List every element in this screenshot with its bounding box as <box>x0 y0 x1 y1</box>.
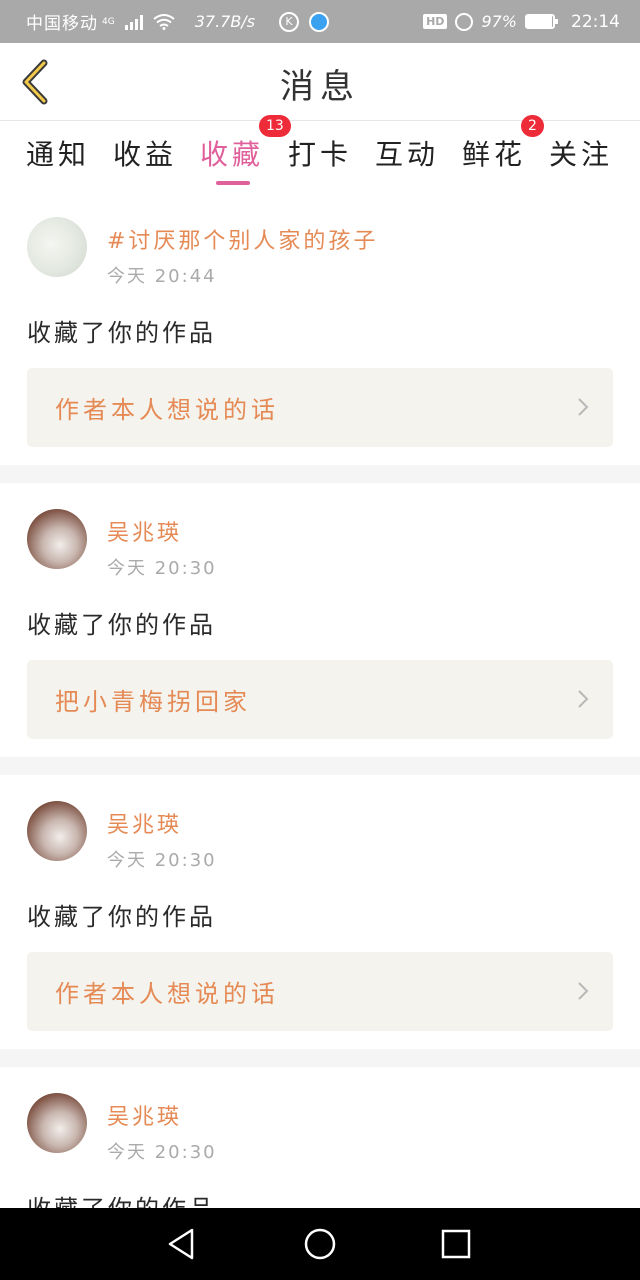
chevron-right-icon <box>578 982 589 1000</box>
work-link[interactable]: 把小青梅拐回家 <box>27 660 613 739</box>
action-text: 收藏了你的作品 <box>27 903 216 931</box>
action-text: 收藏了你的作品 <box>27 611 216 639</box>
work-title: 作者本人想说的话 <box>55 980 279 1008</box>
header: 消息 <box>0 43 640 121</box>
tab-flowers[interactable]: 鲜花 <box>462 133 526 173</box>
avatar[interactable] <box>27 509 87 569</box>
signal-icon <box>124 14 143 30</box>
alarm-icon <box>455 12 474 31</box>
work-title: 作者本人想说的话 <box>55 396 279 424</box>
tab-earnings[interactable]: 收益 <box>113 133 177 173</box>
section-divider <box>0 1049 640 1067</box>
avatar[interactable] <box>27 801 87 861</box>
k-app-icon: K <box>279 11 300 32</box>
music-app-icon <box>309 11 330 32</box>
active-tab-indicator <box>216 181 250 185</box>
wifi-icon <box>153 13 175 30</box>
tab-favorites[interactable]: 收藏 <box>200 133 264 173</box>
home-nav-icon[interactable] <box>302 1226 338 1262</box>
user-name[interactable]: 吴兆瑛 <box>107 1099 182 1131</box>
work-link[interactable]: 作者本人想说的话 <box>27 952 613 1031</box>
message-card: 吴兆瑛 今天 20:30 收藏了你的作品 作者本人想说的话 <box>0 775 640 1049</box>
network-speed: 37.7B/s <box>194 12 256 31</box>
timestamp: 今天 20:30 <box>107 1142 217 1163</box>
timestamp: 今天 20:30 <box>107 558 217 579</box>
section-divider <box>0 465 640 483</box>
page-title: 消息 <box>280 67 360 107</box>
battery-icon <box>525 14 558 29</box>
tab-follow[interactable]: 关注 <box>549 133 613 173</box>
avatar[interactable] <box>27 217 87 277</box>
work-title: 把小青梅拐回家 <box>55 688 251 716</box>
follow-count-badge: 2 <box>521 115 544 137</box>
clock: 22:14 <box>571 11 620 32</box>
chevron-right-icon <box>578 398 589 416</box>
tab-bar: 通知 收益 收藏 打卡 互动 鲜花 关注 13 2 <box>0 115 640 191</box>
avatar[interactable] <box>27 1093 87 1153</box>
message-card: #讨厌那个别人家的孩子 今天 20:44 收藏了你的作品 作者本人想说的话 <box>0 191 640 465</box>
timestamp: 今天 20:30 <box>107 850 217 871</box>
user-name[interactable]: 吴兆瑛 <box>107 515 182 547</box>
tab-checkin[interactable]: 打卡 <box>288 133 352 173</box>
chevron-right-icon <box>578 690 589 708</box>
recents-nav-icon[interactable] <box>438 1226 474 1262</box>
user-name[interactable]: 吴兆瑛 <box>107 807 182 839</box>
carrier-label: 中国移动 <box>26 14 98 34</box>
work-link[interactable]: 作者本人想说的话 <box>27 368 613 447</box>
action-text: 收藏了你的作品 <box>27 319 216 347</box>
section-divider <box>0 757 640 775</box>
back-nav-icon[interactable] <box>164 1226 200 1262</box>
network-type: 4G <box>102 16 115 27</box>
checkin-count-badge: 13 <box>259 115 291 137</box>
user-name[interactable]: #讨厌那个别人家的孩子 <box>107 223 378 255</box>
tab-notice[interactable]: 通知 <box>26 133 90 173</box>
message-card: 吴兆瑛 今天 20:30 收藏了你的作品 <box>0 1067 640 1208</box>
tab-interaction[interactable]: 互动 <box>375 133 439 173</box>
system-navigation-bar <box>0 1208 640 1280</box>
action-text: 收藏了你的作品 <box>27 1189 216 1208</box>
status-bar: 中国移动 4G 37.7B/s K HD 97% 22:14 <box>0 0 640 43</box>
hd-icon: HD <box>423 14 448 29</box>
timestamp: 今天 20:44 <box>107 266 217 287</box>
message-card: 吴兆瑛 今天 20:30 收藏了你的作品 把小青梅拐回家 <box>0 483 640 757</box>
battery-percent: 97% <box>481 12 517 31</box>
